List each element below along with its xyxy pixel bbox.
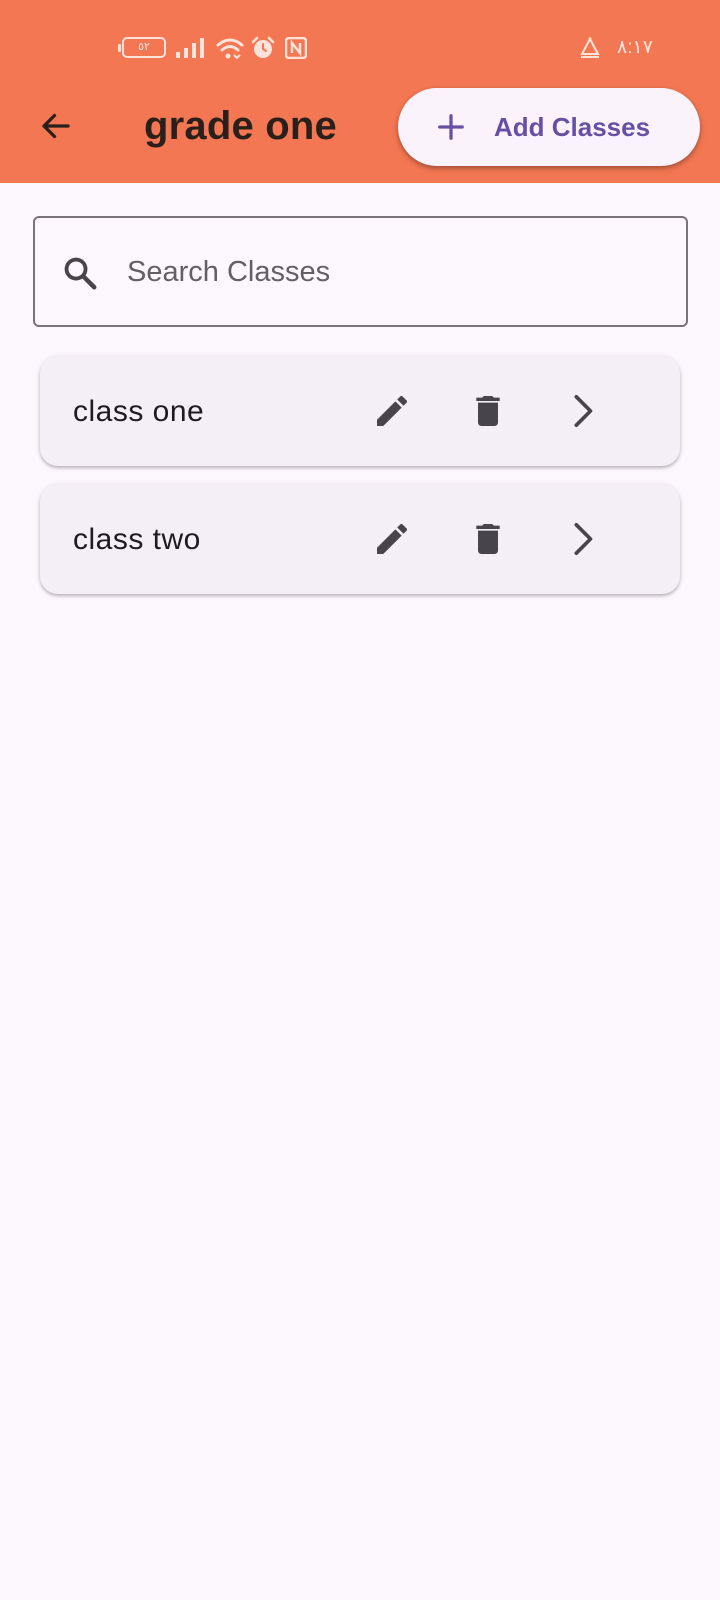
- alarm-icon: [251, 36, 275, 58]
- class-list-item[interactable]: class two: [40, 484, 680, 594]
- page-title: grade one: [144, 104, 337, 148]
- edit-class-button[interactable]: [364, 383, 420, 439]
- notification-icon: [580, 36, 600, 58]
- status-bar: ٥٢ ٨:١٧: [0, 0, 720, 90]
- arrow-left-icon: [42, 113, 70, 139]
- delete-class-button[interactable]: [460, 511, 516, 567]
- trash-icon: [476, 396, 500, 426]
- back-button[interactable]: [28, 98, 84, 154]
- app-header: ٥٢ ٨:١٧ grade one Add Classes: [0, 0, 720, 183]
- chevron-right-icon: [574, 395, 593, 427]
- wifi-icon: [216, 38, 244, 60]
- trash-icon: [476, 524, 500, 554]
- delete-class-button[interactable]: [460, 383, 516, 439]
- app-screen: ٥٢ ٨:١٧ grade one Add Classes Search Cla…: [0, 0, 720, 1600]
- class-name: class one: [73, 395, 205, 428]
- open-class-button[interactable]: [555, 511, 611, 567]
- add-classes-label: Add Classes: [494, 112, 651, 142]
- pencil-icon: [377, 395, 408, 426]
- search-field[interactable]: [33, 216, 688, 327]
- status-time: ٨:١٧: [617, 37, 653, 58]
- class-list-item[interactable]: class one: [40, 356, 680, 466]
- edit-class-button[interactable]: [364, 511, 420, 567]
- search-input[interactable]: [127, 248, 647, 296]
- class-name: class two: [73, 523, 201, 556]
- battery-level: ٥٢: [138, 41, 150, 53]
- add-classes-button[interactable]: Add Classes: [398, 88, 700, 166]
- open-class-button[interactable]: [555, 383, 611, 439]
- nfc-icon: [285, 37, 307, 59]
- pencil-icon: [377, 523, 408, 554]
- chevron-right-icon: [574, 523, 593, 555]
- search-icon: [64, 257, 97, 290]
- battery-icon: ٥٢: [118, 37, 166, 58]
- signal-icon: [176, 38, 204, 58]
- plus-icon: [438, 114, 464, 140]
